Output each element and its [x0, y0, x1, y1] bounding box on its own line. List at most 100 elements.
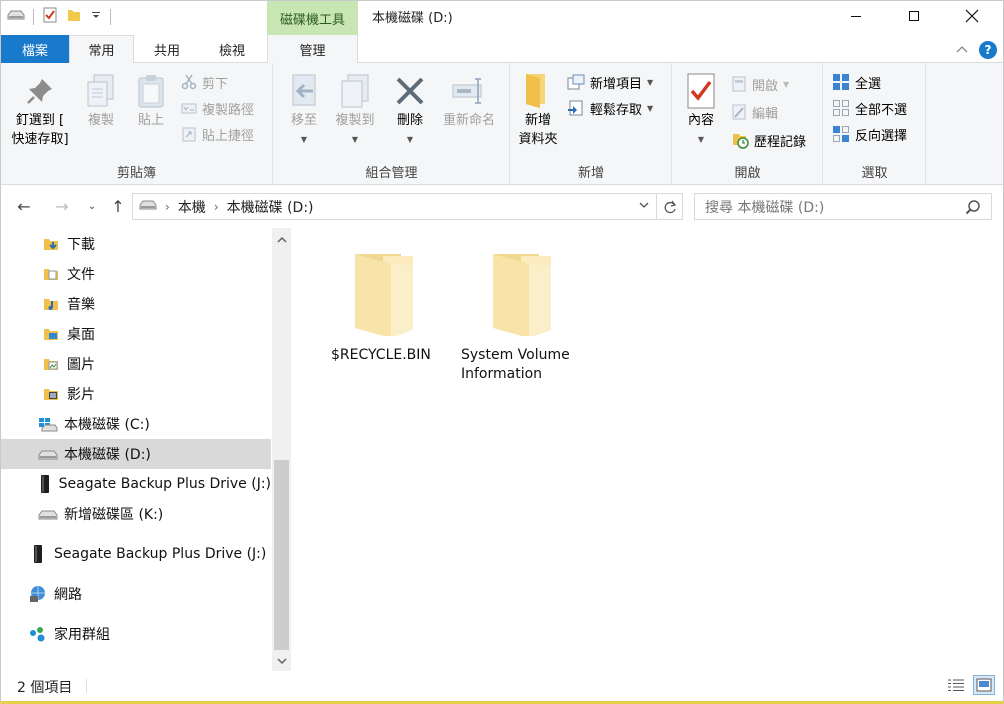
pin-quick-access-button[interactable]: 釘選到 [ 快速存取]: [7, 71, 73, 149]
close-icon: [965, 9, 979, 23]
navigation-pane: 下載 文件 音樂 桌面 圖片 影片 本機磁碟 (C:) 本機磁碟 (D:) Se…: [1, 228, 291, 671]
help-button[interactable]: ?: [979, 41, 997, 59]
scroll-thumb[interactable]: [274, 460, 289, 650]
address-dropdown-button[interactable]: [638, 199, 650, 215]
paste-icon: [135, 71, 167, 111]
list-item[interactable]: System Volume Information: [461, 246, 581, 384]
status-bar: 2 個項目: [1, 671, 1003, 699]
up-button[interactable]: ↑: [107, 195, 129, 217]
breadcrumb-this-pc[interactable]: 本機: [178, 197, 206, 217]
select-all-button[interactable]: 全選: [832, 71, 881, 93]
delete-button[interactable]: 刪除 ▼: [388, 71, 432, 149]
edit-button[interactable]: 編輯: [731, 101, 778, 123]
nav-item-music[interactable]: 音樂: [1, 289, 271, 319]
tab-view[interactable]: 檢視: [200, 35, 264, 63]
tab-manage[interactable]: 管理: [267, 35, 358, 63]
details-view-button[interactable]: [945, 675, 967, 695]
music-icon: [41, 294, 61, 314]
explorer-window: 磁碟機工具 本機磁碟 (D:) 檔案 常用 共用 檢視 管理 ? 釘選到 [快…: [0, 0, 1004, 704]
new-folder-button[interactable]: 新增 資料夾: [515, 71, 561, 149]
invert-selection-button[interactable]: 反向選擇: [832, 123, 907, 145]
ribbon-tabs: 檔案 常用 共用 檢視 管理 ?: [1, 35, 1003, 64]
forward-button[interactable]: →: [51, 195, 73, 217]
new-group-label: 新增: [577, 166, 604, 181]
cut-label: 剪下: [202, 76, 229, 92]
copy-to-label: 複製到: [335, 113, 375, 128]
breadcrumb-local-disk-d[interactable]: 本機磁碟 (D:): [227, 197, 314, 217]
search-box[interactable]: 搜尋 本機磁碟 (D:): [694, 193, 992, 220]
easy-access-button[interactable]: 輕鬆存取 ▼: [567, 97, 653, 119]
external-drive-icon: [28, 544, 48, 564]
scroll-up-button[interactable]: [272, 230, 291, 250]
chevron-down-icon: ▼: [697, 135, 705, 144]
window-title: 本機磁碟 (D:): [372, 11, 453, 26]
rename-button[interactable]: 重新命名: [436, 71, 502, 130]
open-label: 開啟: [752, 78, 779, 94]
nav-item-pictures[interactable]: 圖片: [1, 349, 271, 379]
history-label: 歷程記錄: [754, 134, 807, 150]
rename-label: 重新命名: [442, 113, 495, 128]
nav-item-label: Seagate Backup Plus Drive (J:): [58, 476, 271, 492]
homegroup-icon: [28, 624, 48, 644]
tab-share[interactable]: 共用: [135, 35, 199, 63]
qat-separator: [110, 9, 111, 25]
nav-item-local-disk-d[interactable]: 本機磁碟 (D:): [1, 439, 271, 469]
large-icons-view-button[interactable]: [973, 675, 995, 695]
refresh-button[interactable]: [657, 193, 683, 220]
windows-drive-icon: [38, 414, 58, 434]
chevron-down-icon: ⌄: [87, 200, 97, 212]
downloads-icon: [41, 234, 61, 254]
navigation-pane-scrollbar[interactable]: [272, 228, 291, 671]
minimize-ribbon-button[interactable]: [955, 43, 969, 58]
maximize-button[interactable]: [885, 1, 943, 31]
arrow-right-icon: →: [55, 196, 69, 216]
paste-shortcut-button[interactable]: 貼上捷徑: [181, 123, 254, 145]
back-button[interactable]: ←: [13, 195, 35, 217]
tab-file[interactable]: 檔案: [1, 35, 69, 63]
move-to-button[interactable]: 移至 ▼: [282, 71, 326, 149]
nav-item-seagate-j-root[interactable]: Seagate Backup Plus Drive (J:): [1, 539, 271, 569]
large-icons-view-icon: [976, 678, 992, 692]
nav-item-new-volume-k[interactable]: 新增磁碟區 (K:): [1, 499, 271, 529]
maximize-icon: [909, 11, 919, 21]
nav-item-desktop[interactable]: 桌面: [1, 319, 271, 349]
drive-icon: [139, 199, 157, 215]
history-button[interactable]: 歷程記錄: [731, 129, 806, 151]
select-none-button[interactable]: 全部不選: [832, 97, 907, 119]
minimize-button[interactable]: [827, 1, 885, 31]
new-item-button[interactable]: 新增項目 ▼: [567, 71, 653, 93]
tab-home[interactable]: 常用: [69, 35, 134, 64]
pin-label-line1: 釘選到 [: [15, 113, 65, 128]
list-item[interactable]: $RECYCLE.BIN: [323, 246, 443, 365]
drive-icon: [38, 444, 58, 464]
close-button[interactable]: [943, 1, 1001, 31]
copy-button[interactable]: 複製: [79, 71, 123, 130]
scroll-down-button[interactable]: [272, 651, 291, 671]
address-bar[interactable]: › 本機 › 本機磁碟 (D:): [132, 193, 657, 220]
arrow-up-icon: ↑: [111, 196, 125, 216]
copy-to-button[interactable]: 複製到 ▼: [330, 71, 380, 149]
nav-item-network[interactable]: 網路: [1, 579, 271, 609]
minimize-icon: [851, 16, 861, 17]
nav-item-videos[interactable]: 影片: [1, 379, 271, 409]
search-icon[interactable]: [965, 199, 981, 219]
customize-qat-icon[interactable]: [90, 9, 102, 25]
recent-locations-button[interactable]: ⌄: [81, 195, 103, 217]
new-folder-label-line2: 資料夾: [518, 132, 558, 147]
paste-button[interactable]: 貼上: [129, 71, 173, 130]
nav-item-local-disk-c[interactable]: 本機磁碟 (C:): [1, 409, 271, 439]
nav-item-documents[interactable]: 文件: [1, 259, 271, 289]
cut-button[interactable]: 剪下: [181, 71, 228, 93]
new-folder-icon[interactable]: [66, 7, 82, 27]
properties-icon[interactable]: [42, 7, 58, 27]
nav-item-seagate-j[interactable]: Seagate Backup Plus Drive (J:): [1, 469, 271, 499]
search-placeholder: 搜尋 本機磁碟 (D:): [705, 199, 825, 216]
open-button[interactable]: 開啟 ▼: [731, 73, 789, 95]
nav-item-label: 網路: [54, 587, 82, 603]
nav-item-downloads[interactable]: 下載: [1, 229, 271, 259]
chevron-down-icon: ▼: [783, 79, 790, 89]
copy-path-button[interactable]: 複製路徑: [181, 97, 254, 119]
status-separator: [86, 679, 87, 693]
properties-button[interactable]: 內容 ▼: [679, 71, 723, 149]
nav-item-homegroup[interactable]: 家用群組: [1, 619, 271, 649]
